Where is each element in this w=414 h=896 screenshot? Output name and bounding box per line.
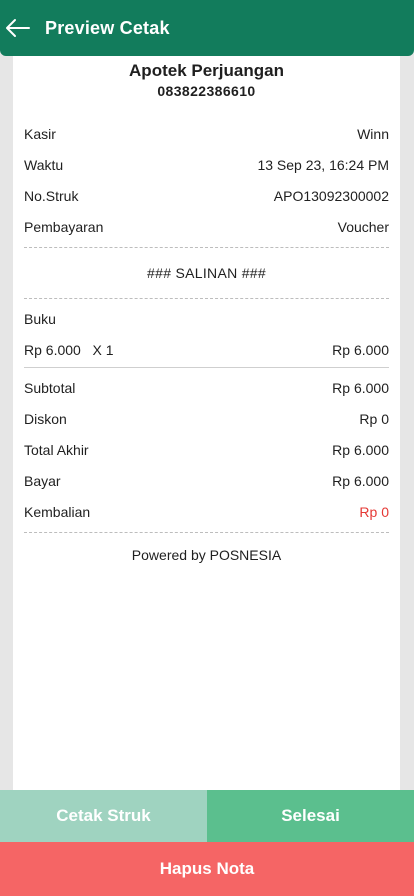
receipt-preview: Apotek Perjuangan 083822386610 Kasir Win… bbox=[13, 56, 400, 790]
info-label: Kasir bbox=[24, 125, 56, 142]
action-bar: Cetak Struk Selesai bbox=[0, 790, 414, 842]
powered-by: Powered by POSNESIA bbox=[131, 547, 282, 563]
item-row: Rp 6.000 X 1 Rp 6.000 bbox=[24, 334, 389, 365]
change-value: Rp 0 bbox=[359, 503, 389, 520]
info-label: No.Struk bbox=[24, 187, 79, 204]
app-bar: Preview Cetak bbox=[0, 0, 414, 56]
info-value: Voucher bbox=[337, 218, 389, 235]
print-receipt-button[interactable]: Cetak Struk bbox=[0, 790, 207, 842]
dashed-divider bbox=[24, 532, 389, 533]
done-button[interactable]: Selesai bbox=[207, 790, 414, 842]
total-label: Bayar bbox=[24, 472, 61, 489]
info-label: Pembayaran bbox=[24, 218, 104, 235]
total-row-grand-total: Total Akhir Rp 6.000 bbox=[24, 434, 389, 465]
info-label: Waktu bbox=[24, 156, 64, 173]
info-row-cashier: Kasir Winn bbox=[24, 118, 389, 149]
page-title: Preview Cetak bbox=[45, 17, 170, 38]
delete-receipt-button[interactable]: Hapus Nota bbox=[0, 842, 414, 896]
total-row-subtotal: Subtotal Rp 6.000 bbox=[24, 372, 389, 403]
dashed-divider bbox=[24, 247, 389, 248]
total-row-change: Kembalian Rp 0 bbox=[24, 496, 389, 527]
back-button[interactable] bbox=[3, 13, 33, 43]
total-label: Total Akhir bbox=[24, 441, 89, 458]
info-row-receipt-number: No.Struk APO13092300002 bbox=[24, 180, 389, 211]
info-row-time: Waktu 13 Sep 23, 16:24 PM bbox=[24, 149, 389, 180]
total-value: Rp 6.000 bbox=[332, 472, 389, 489]
total-value: Rp 6.000 bbox=[332, 441, 389, 458]
info-row-payment: Pembayaran Voucher bbox=[24, 211, 389, 242]
info-value: Winn bbox=[357, 125, 389, 142]
info-value: 13 Sep 23, 16:24 PM bbox=[257, 156, 389, 173]
copy-label: ### SALINAN ### bbox=[147, 265, 266, 281]
total-value: Rp 0 bbox=[359, 410, 389, 427]
solid-divider bbox=[24, 367, 389, 368]
store-name: Apotek Perjuangan bbox=[129, 61, 284, 80]
item-name: Buku bbox=[24, 311, 56, 327]
dashed-divider bbox=[24, 298, 389, 299]
total-row-paid: Bayar Rp 6.000 bbox=[24, 465, 389, 496]
item-total: Rp 6.000 bbox=[332, 341, 389, 358]
info-value: APO13092300002 bbox=[273, 187, 389, 204]
total-row-discount: Diskon Rp 0 bbox=[24, 403, 389, 434]
arrow-left-icon bbox=[6, 19, 30, 37]
total-label: Diskon bbox=[24, 410, 67, 427]
store-phone: 083822386610 bbox=[157, 83, 256, 99]
total-label: Subtotal bbox=[24, 379, 76, 396]
total-label: Kembalian bbox=[24, 503, 91, 520]
total-value: Rp 6.000 bbox=[332, 379, 389, 396]
item-price-qty: Rp 6.000 X 1 bbox=[24, 341, 114, 358]
